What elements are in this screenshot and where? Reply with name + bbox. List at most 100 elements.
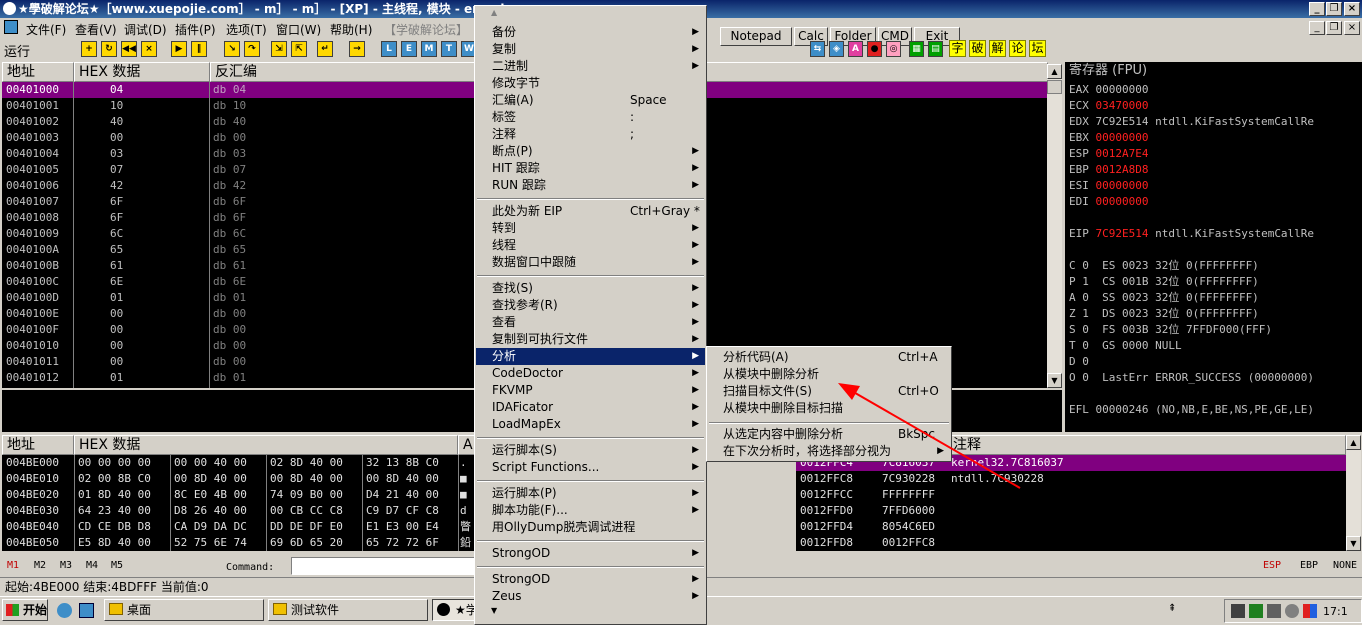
menu-item[interactable]: 线程 ▶ bbox=[476, 237, 705, 254]
scroll-thumb[interactable] bbox=[1047, 80, 1062, 94]
open-icon[interactable]: + bbox=[81, 41, 97, 57]
menu-item[interactable]: 标签: bbox=[476, 109, 705, 126]
register-line[interactable]: T 0 GS 0000 NULL bbox=[1069, 338, 1182, 354]
register-line[interactable]: EDX 7C92E514 ntdll.KiFastSystemCallRe bbox=[1069, 114, 1314, 130]
stack-row[interactable]: 0012FFD8 0012FFC8 bbox=[796, 535, 1346, 551]
dump-pane[interactable]: 004BE000 00 00 00 00 00 00 40 00 02 8D 40 0… bbox=[2, 455, 478, 551]
menu-item[interactable]: HIT 跟踪 ▶ bbox=[476, 160, 705, 177]
command-input[interactable] bbox=[291, 557, 491, 575]
task-test-software[interactable]: 测试软件 bbox=[268, 599, 428, 621]
menu-item[interactable]: 此处为新 EIP Ctrl+Gray * bbox=[476, 203, 705, 220]
tray-icon-2[interactable] bbox=[1249, 604, 1263, 618]
reg-tab-esp[interactable]: ESP bbox=[1263, 560, 1281, 571]
forum-button-tan[interactable]: 坛 bbox=[1029, 40, 1046, 57]
menu-item[interactable]: StrongOD ▶ bbox=[476, 545, 705, 562]
menu-item[interactable]: IDAFicator ▶ bbox=[476, 399, 705, 416]
dump-col-hex[interactable]: HEX 数据 bbox=[74, 435, 458, 455]
register-line[interactable]: D 0 bbox=[1069, 354, 1089, 370]
stack-scrollbar[interactable]: ▲ ▼ bbox=[1346, 435, 1361, 551]
menu-item[interactable]: 数据窗口中跟随 ▶ bbox=[476, 254, 705, 271]
menu-plugins[interactable]: 插件(P) bbox=[175, 21, 216, 38]
forum-button-po[interactable]: 破 bbox=[969, 40, 986, 57]
register-line[interactable]: P 1 CS 001B 32位 0(FFFFFFFF) bbox=[1069, 274, 1259, 290]
scroll-down-icon[interactable]: ▼ bbox=[1047, 373, 1062, 388]
maximize-button[interactable]: ❐ bbox=[1326, 2, 1342, 16]
tray-icon-1[interactable] bbox=[1231, 604, 1245, 618]
menu-item[interactable]: 分析 ▶ bbox=[476, 348, 705, 365]
stack-scroll-up-icon[interactable]: ▲ bbox=[1346, 435, 1361, 450]
menu-item[interactable]: 查找参考(R) ▶ bbox=[476, 297, 705, 314]
trace-into-icon[interactable]: ⇲ bbox=[271, 41, 287, 57]
rewind-icon[interactable]: ◀◀ bbox=[121, 41, 137, 57]
menu-item[interactable]: 用OllyDump脱壳调试进程 bbox=[476, 519, 705, 536]
col-hex[interactable]: HEX 数据 bbox=[74, 62, 210, 82]
register-line[interactable]: C 0 ES 0023 32位 0(FFFFFFFF) bbox=[1069, 258, 1259, 274]
task-ollydbg[interactable]: ★学 bbox=[432, 599, 476, 621]
tab-m1[interactable]: M1 bbox=[7, 560, 19, 571]
menu-item[interactable]: LoadMapEx ▶ bbox=[476, 416, 705, 433]
menu-item[interactable]: CodeDoctor ▶ bbox=[476, 365, 705, 382]
menu-item[interactable]: RUN 跟踪 ▶ bbox=[476, 177, 705, 194]
mdi-restore-button[interactable]: ❐ bbox=[1326, 21, 1342, 35]
threads-icon[interactable]: T bbox=[441, 41, 457, 57]
tab-m4[interactable]: M4 bbox=[86, 560, 98, 571]
register-line[interactable]: EIP 7C92E514 ntdll.KiFastSystemCallRe bbox=[1069, 226, 1314, 242]
execute-till-return-icon[interactable]: ↵ bbox=[317, 41, 333, 57]
reg-tab-none[interactable]: NONE bbox=[1333, 560, 1357, 571]
menu-item[interactable]: 查看 ▶ bbox=[476, 314, 705, 331]
menu-scroll-up-icon[interactable]: ▲ bbox=[475, 8, 704, 17]
register-line[interactable]: EDI 00000000 bbox=[1069, 194, 1148, 210]
register-line[interactable]: EAX 00000000 bbox=[1069, 82, 1148, 98]
menu-options[interactable]: 选项(T) bbox=[226, 21, 267, 38]
plugin-icon-a[interactable]: A bbox=[848, 41, 863, 57]
step-over-icon[interactable]: ↷ bbox=[244, 41, 260, 57]
disassembly-scrollbar[interactable]: ▲ ▼ bbox=[1047, 64, 1062, 388]
tab-m3[interactable]: M3 bbox=[60, 560, 72, 571]
plugin-icon-1[interactable]: ⇆ bbox=[810, 41, 825, 57]
menu-item[interactable]: 汇编(A) Space bbox=[476, 92, 705, 109]
register-line[interactable]: ECX 03470000 bbox=[1069, 98, 1148, 114]
register-line[interactable]: S 0 FS 003B 32位 7FFDF000(FFF) bbox=[1069, 322, 1272, 338]
forum-button-jie[interactable]: 解 bbox=[989, 40, 1006, 57]
register-line[interactable]: EBX 00000000 bbox=[1069, 130, 1148, 146]
menu-window[interactable]: 窗口(W) bbox=[276, 21, 321, 38]
submenu-item[interactable]: 分析代码(A) Ctrl+A bbox=[708, 349, 950, 366]
step-into-icon[interactable]: ↘ bbox=[224, 41, 240, 57]
forum-button-lun[interactable]: 论 bbox=[1009, 40, 1026, 57]
dump-col-address[interactable]: 地址 bbox=[2, 435, 74, 455]
forum-button-zi[interactable]: 字 bbox=[949, 40, 966, 57]
menu-item[interactable]: 转到 ▶ bbox=[476, 220, 705, 237]
menu-file[interactable]: 文件(F) bbox=[26, 21, 66, 38]
menu-help[interactable]: 帮助(H) bbox=[330, 21, 372, 38]
mdi-close-button[interactable]: × bbox=[1344, 21, 1360, 35]
menu-item[interactable]: 注释; bbox=[476, 126, 705, 143]
trace-over-icon[interactable]: ⇱ bbox=[291, 41, 307, 57]
menu-item[interactable]: Script Functions... ▶ bbox=[476, 459, 705, 476]
quicklaunch-icon[interactable] bbox=[79, 603, 94, 618]
col-address[interactable]: 地址 bbox=[2, 62, 74, 82]
plugin-icon-2[interactable]: ◈ bbox=[829, 41, 844, 57]
start-button[interactable]: 开始 bbox=[2, 599, 48, 621]
reg-tab-ebp[interactable]: EBP bbox=[1300, 560, 1318, 571]
menu-item[interactable]: Zeus ▶ bbox=[476, 588, 705, 605]
goto-icon[interactable]: → bbox=[349, 41, 365, 57]
menu-item[interactable]: FKVMP ▶ bbox=[476, 382, 705, 399]
menu-item[interactable]: 查找(S) ▶ bbox=[476, 280, 705, 297]
plugin-icon-4[interactable]: ◎ bbox=[886, 41, 901, 57]
register-line[interactable]: ESP 0012A7E4 bbox=[1069, 146, 1148, 162]
tray-icon-3[interactable] bbox=[1267, 604, 1281, 618]
plugin-icon-3[interactable]: ● bbox=[867, 41, 882, 57]
close-button[interactable]: × bbox=[1344, 2, 1360, 16]
menu-scroll-down-icon[interactable]: ▼ bbox=[475, 606, 704, 615]
registers-pane[interactable]: EAX 00000000 ECX 03470000 EDX 7C92E514 ntd… bbox=[1065, 82, 1362, 432]
plugin-icon-6[interactable]: ▤ bbox=[928, 41, 943, 57]
tray-icon-4[interactable] bbox=[1285, 604, 1299, 618]
register-line[interactable]: EBP 0012A8D8 bbox=[1069, 162, 1148, 178]
plugin-icon-5[interactable]: ▦ bbox=[909, 41, 924, 57]
menu-item[interactable]: 修改字节 bbox=[476, 75, 705, 92]
menu-item[interactable]: 备份 ▶ bbox=[476, 24, 705, 41]
menu-item[interactable]: 脚本功能(F)... ▶ bbox=[476, 502, 705, 519]
executable-modules-icon[interactable]: E bbox=[401, 41, 417, 57]
menu-item[interactable]: 运行脚本(S) ▶ bbox=[476, 442, 705, 459]
stop-icon[interactable]: × bbox=[141, 41, 157, 57]
